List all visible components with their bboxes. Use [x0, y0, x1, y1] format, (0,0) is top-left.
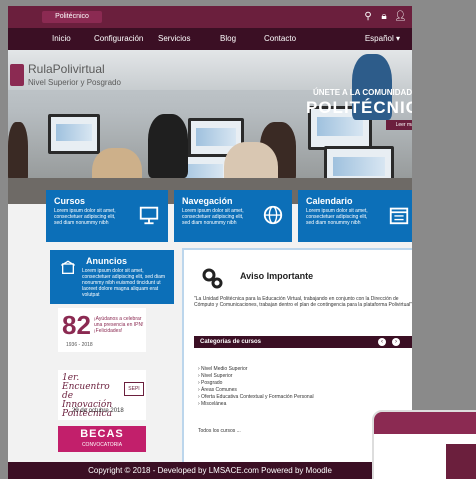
- top-bar: Politécnico ⚲ 🔒︎ 👤︎: [8, 6, 412, 28]
- category-item[interactable]: › Posgrado: [198, 380, 408, 387]
- course-category-list: › Nivel Medio Superior › Nivel Superior …: [198, 366, 408, 408]
- hero-brand-sub: Nivel Superior y Posgrado: [28, 78, 121, 87]
- search-icon[interactable]: ⚲: [362, 10, 374, 24]
- category-item[interactable]: › Miscelánea: [198, 401, 408, 408]
- nav-item-contacto[interactable]: Contacto: [264, 28, 296, 50]
- card-title: Calendario: [306, 196, 353, 206]
- event-date: 29 de octubre 2018: [72, 408, 124, 414]
- anniversary-banner[interactable]: 82 ¡Ayúdanos a celebrar una presencia en…: [58, 308, 146, 352]
- all-courses-link[interactable]: Todos los cursos ...: [198, 428, 241, 434]
- polivirtual-logo-icon: [10, 64, 24, 86]
- hero-title: POLITÉCNICA: [306, 98, 412, 117]
- card-body: Lorem ipsum dolor sit amet, consectetuer…: [182, 208, 244, 226]
- event-banner[interactable]: 1er. Encuentro de Innovación Politécnica…: [58, 370, 146, 420]
- popup-header: [374, 412, 476, 434]
- card-title: Navegación: [182, 196, 233, 206]
- becas-title: BECAS: [80, 428, 124, 440]
- announcements-body: Lorem ipsum dolor sit amet, consectetuer…: [82, 268, 166, 298]
- category-item[interactable]: › Nivel Superior: [198, 373, 408, 380]
- category-item[interactable]: › Oferta Educativa Contextual y Formació…: [198, 394, 408, 401]
- main-nav: Inicio Configuración Servicios Blog Cont…: [8, 28, 412, 50]
- announcements-title: Anuncios: [86, 256, 128, 266]
- popup-window[interactable]: [372, 410, 476, 479]
- chevron-right-icon[interactable]: ›: [392, 338, 400, 346]
- building-icon: [60, 260, 76, 274]
- lock-icon[interactable]: 🔒︎: [378, 10, 390, 24]
- read-more-button[interactable]: Leer más: [386, 120, 412, 130]
- announcements-card[interactable]: Anuncios Lorem ipsum dolor sit amet, con…: [50, 250, 174, 304]
- anniversary-number: 82: [62, 310, 91, 340]
- presentation-icon: [139, 206, 159, 225]
- card-body: Lorem ipsum dolor sit amet, consectetuer…: [54, 208, 116, 226]
- hero-join-text: ÚNETE A LA COMUNIDAD: [313, 88, 412, 97]
- footer-text: Copyright © 2018 - Developed by LMSACE.c…: [88, 466, 332, 475]
- user-icon[interactable]: 👤︎: [394, 10, 407, 24]
- gears-icon: [202, 268, 223, 289]
- nav-item-configuracion[interactable]: Configuración: [94, 28, 143, 50]
- nav-item-blog[interactable]: Blog: [220, 28, 236, 50]
- nav-item-servicios[interactable]: Servicios: [158, 28, 190, 50]
- course-categories-bar: Categorías de cursos ‹ ›: [194, 336, 412, 348]
- sepi-logo: SEPI: [124, 382, 144, 396]
- anniversary-years: 1936 - 2018: [66, 342, 93, 348]
- hero-brand-name: RulaPolivirtual: [28, 62, 105, 76]
- hero-brand: RulaPolivirtual Nivel Superior y Posgrad…: [8, 60, 121, 96]
- category-item[interactable]: › Nivel Medio Superior: [198, 366, 408, 373]
- chevron-left-icon[interactable]: ‹: [378, 338, 386, 346]
- card-navegacion[interactable]: Navegación Lorem ipsum dolor sit amet, c…: [174, 190, 292, 242]
- becas-subtitle: CONVOCATORIA: [81, 442, 123, 448]
- calendar-icon: [389, 207, 409, 225]
- site-logo[interactable]: Politécnico: [42, 11, 102, 23]
- card-title: Cursos: [54, 196, 86, 206]
- card-calendario[interactable]: Calendario Lorem ipsum dolor sit amet, c…: [298, 190, 412, 242]
- course-categories-label: Categorías de cursos: [200, 339, 262, 345]
- notice-body: "La Unidad Politécnica para la Educación…: [194, 296, 412, 308]
- popup-image: [446, 444, 476, 479]
- footer: Copyright © 2018 - Developed by LMSACE.c…: [8, 462, 412, 479]
- becas-banner[interactable]: BECAS CONVOCATORIA: [58, 426, 146, 452]
- globe-icon: [263, 205, 283, 225]
- card-body: Lorem ipsum dolor sit amet, consectetuer…: [306, 208, 368, 226]
- anniversary-text: ¡Ayúdanos a celebrar una presencia en IP…: [94, 316, 144, 334]
- notice-title: Aviso Importante: [240, 271, 314, 281]
- card-cursos[interactable]: Cursos Lorem ipsum dolor sit amet, conse…: [46, 190, 168, 242]
- hero-banner: RulaPolivirtual Nivel Superior y Posgrad…: [8, 50, 412, 204]
- nav-item-inicio[interactable]: Inicio: [52, 28, 71, 50]
- category-item[interactable]: › Áreas Comunes: [198, 387, 408, 394]
- language-selector[interactable]: Español ▾: [365, 28, 400, 50]
- page: Politécnico ⚲ 🔒︎ 👤︎ Inicio Configuración…: [8, 6, 412, 479]
